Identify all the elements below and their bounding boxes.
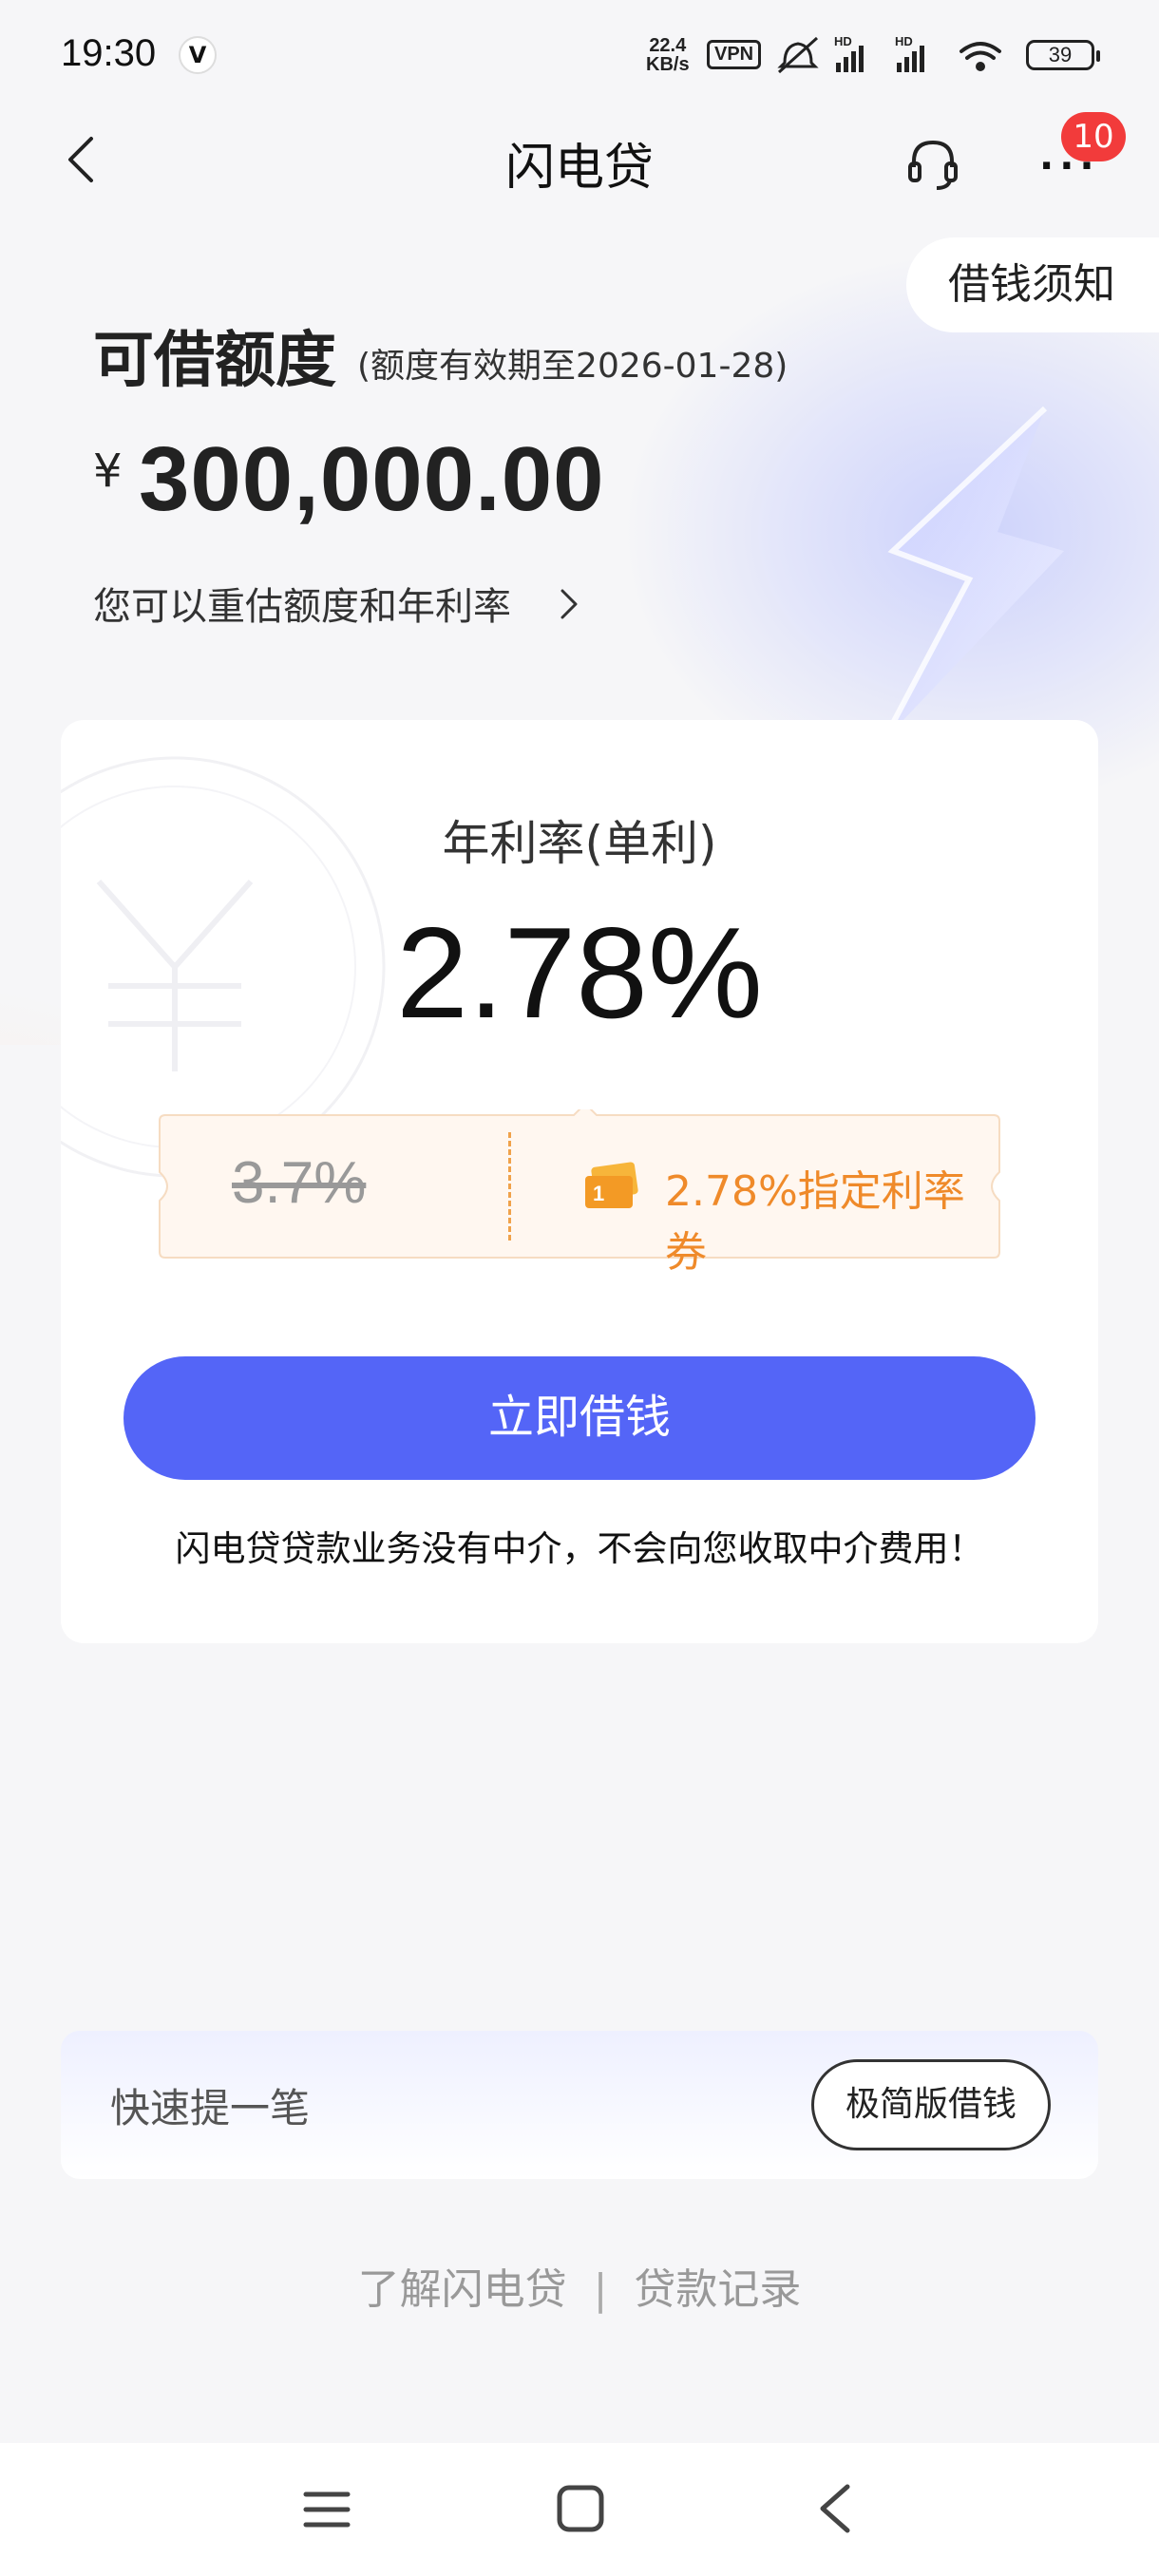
original-rate: 3.7% xyxy=(232,1150,367,1216)
borrow-now-button[interactable]: 立即借钱 xyxy=(124,1356,1036,1480)
home-icon[interactable] xyxy=(555,2483,606,2534)
rate-card: 年利率(单利) 2.78% 3.7% 1 2.78%指定利率券 立即借钱 闪电贷… xyxy=(61,720,1098,1643)
status-time: 19:30 xyxy=(61,32,157,74)
network-speed-value: 22.4 xyxy=(649,35,687,56)
no-agent-disclaimer: 闪电贷贷款业务没有中介，不会向您收取中介费用！ xyxy=(175,1528,984,1569)
wifi-icon xyxy=(960,42,1001,71)
rate-coupon[interactable]: 3.7% 1 2.78%指定利率券 xyxy=(154,1109,1005,1277)
menu-icon[interactable] xyxy=(302,2485,352,2534)
system-back-icon[interactable] xyxy=(813,2481,857,2536)
credit-limit-title: 可借额度 xyxy=(93,326,336,396)
about-link[interactable]: 了解闪电贷 xyxy=(358,2255,567,2316)
loan-records-link[interactable]: 贷款记录 xyxy=(634,2255,801,2316)
app-badge-icon: V xyxy=(179,36,217,74)
quick-borrow-bar: 快速提一笔 极简版借钱 xyxy=(61,2031,1098,2179)
footer-links: 了解闪电贷 | 贷款记录 xyxy=(0,2255,1159,2316)
coupon-divider xyxy=(508,1132,511,1241)
quick-borrow-label: 快速提一笔 xyxy=(110,2085,311,2131)
system-nav-bar xyxy=(0,2443,1159,2576)
svg-text:1: 1 xyxy=(593,1182,604,1205)
reassess-link[interactable]: 您可以重估额度和年利率 xyxy=(93,576,511,631)
ticket-icon: 1 xyxy=(585,1162,638,1208)
annual-rate-value: 2.78% xyxy=(396,900,763,1045)
credit-validity: (额度有效期至2026-01-28) xyxy=(357,347,788,386)
coupon-text: 2.78%指定利率券 xyxy=(665,1167,965,1277)
currency-symbol: ¥ xyxy=(93,445,123,498)
vpn-icon: VPN xyxy=(707,40,762,69)
signal-icon-1: HD xyxy=(834,34,864,72)
mute-icon xyxy=(777,36,819,74)
simple-borrow-button[interactable]: 极简版借钱 xyxy=(811,2059,1051,2150)
network-speed-unit: KB/s xyxy=(646,54,690,75)
svg-text:HD: HD xyxy=(834,34,852,48)
battery-icon: 39 xyxy=(1026,40,1100,70)
chevron-right-icon[interactable] xyxy=(559,583,581,625)
customer-service-icon[interactable] xyxy=(902,133,963,194)
borrowing-notice-tab[interactable]: 借钱须知 xyxy=(906,237,1159,332)
annual-rate-label: 年利率(单利) xyxy=(442,816,717,871)
credit-amount: 300,000.00 xyxy=(139,428,605,530)
link-separator: | xyxy=(593,2265,608,2314)
page-title: 闪电贷 xyxy=(504,140,654,197)
svg-text:HD: HD xyxy=(895,34,913,48)
status-icons: HD HD xyxy=(777,34,1001,74)
signal-icon-2: HD xyxy=(895,34,924,72)
lightning-decoration xyxy=(881,406,1064,743)
status-bar: 19:30 V 22.4 KB/s VPN HD HD 39 xyxy=(0,0,1159,114)
nav-bar: 闪电贷 ··· xyxy=(0,114,1159,209)
notification-badge: 10 xyxy=(1061,112,1126,161)
network-speed: 22.4 KB/s xyxy=(646,36,690,74)
